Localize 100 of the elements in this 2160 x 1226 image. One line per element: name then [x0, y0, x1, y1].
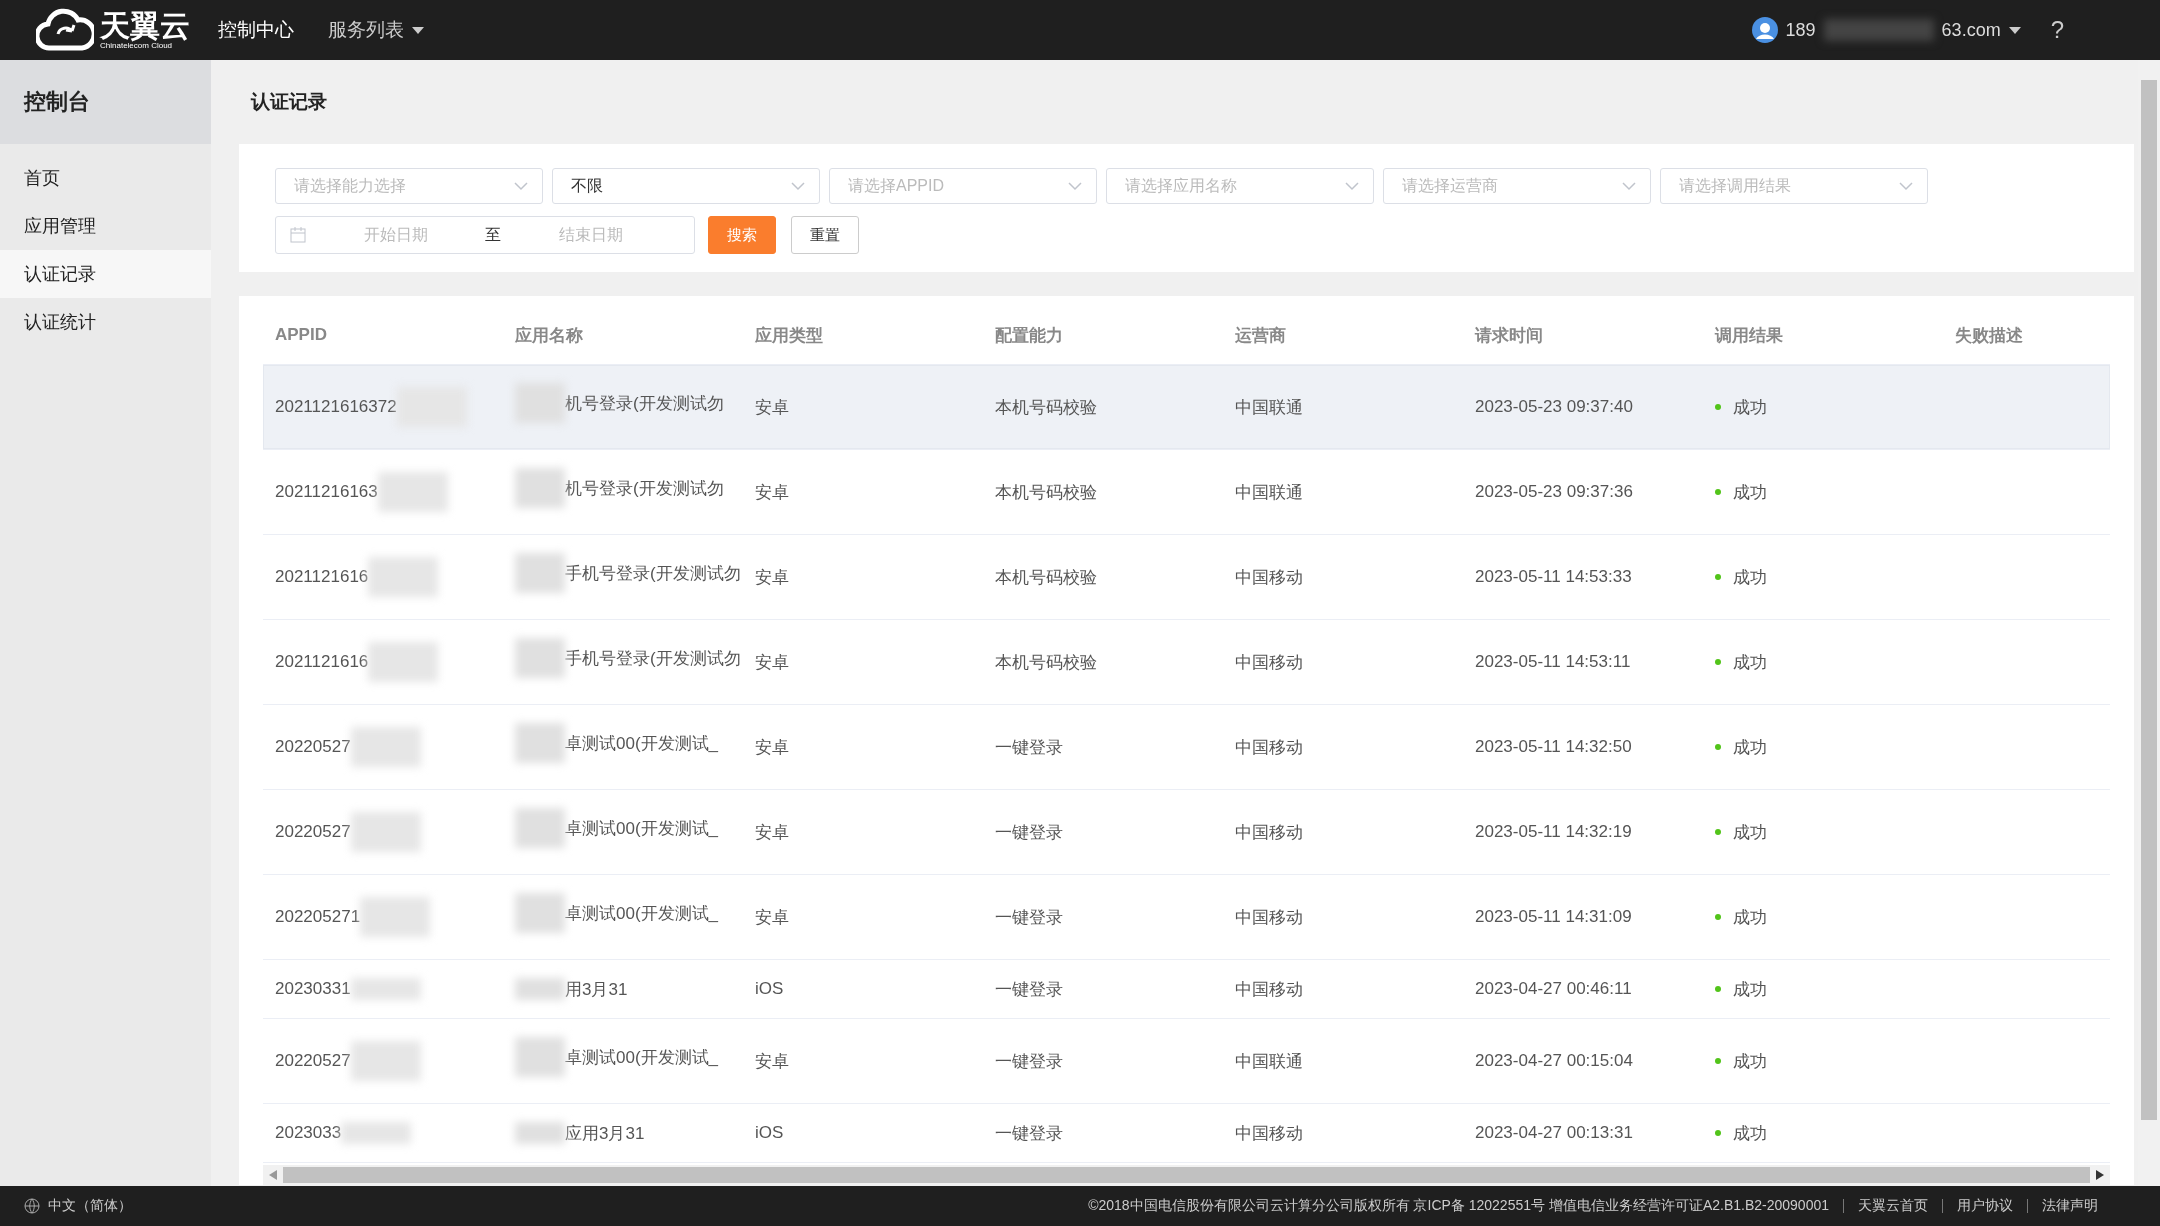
table-cell: 2023-05-11 14:53:11: [1475, 652, 1631, 672]
caret-icon[interactable]: [2008, 26, 2021, 34]
table-cell-text: 成功: [1733, 481, 1767, 504]
footer-link[interactable]: 法律声明: [2042, 1197, 2098, 1215]
chevron-down-icon: [1068, 181, 1082, 191]
table-cell-text: 本机号码校验: [995, 651, 1097, 674]
status-dot: [1715, 986, 1721, 992]
table-cell: 2023033: [275, 1123, 342, 1143]
sidebar-item[interactable]: 首页: [0, 154, 211, 202]
scroll-right-icon[interactable]: [2096, 1170, 2104, 1180]
page-title: 认证记录: [249, 90, 328, 114]
table-cell: 20230331: [275, 979, 351, 999]
table-cell-text: 卓测试00(开发测试_: [565, 902, 719, 925]
table-row[interactable]: 2021121616372 机号登录(开发测试勿 安卓 本机号码校验 中国联通 2023-05-23 09:37:40 成功: [263, 365, 2110, 450]
column-header: 应用名称: [514, 324, 584, 347]
date-range-field[interactable]: 开始日期 至 结束日期: [275, 216, 695, 254]
table-cell-text: 中国联通: [1235, 396, 1303, 419]
nav-link[interactable]: 服务列表: [322, 17, 430, 43]
sidebar-item[interactable]: 认证统计: [0, 298, 211, 346]
table-cell-text: 一键登录: [995, 821, 1063, 844]
chevron-down-icon: [514, 181, 528, 191]
reset-button[interactable]: 重置: [791, 216, 859, 254]
language-selector[interactable]: 中文（简体）: [48, 1197, 132, 1215]
logo[interactable]: 天翼云 Chinatelecom Cloud: [36, 8, 190, 52]
logo-name: 天翼云: [100, 10, 190, 41]
table-cell-text: 中国联通: [1235, 1050, 1303, 1073]
column-header: 配置能力: [994, 324, 1064, 347]
table-cell-text: 安卓: [755, 566, 789, 589]
table-cell-text: 中国移动: [1235, 906, 1303, 929]
table-cell-text: 一键登录: [995, 906, 1063, 929]
help-button[interactable]: ?: [2044, 15, 2070, 45]
calendar-icon: [290, 227, 306, 243]
table-cell-text: 卓测试00(开发测试_: [565, 732, 719, 755]
column-header: 失败描述: [1954, 324, 2024, 347]
redacted-mark: [515, 808, 565, 848]
table-cell-text: 成功: [1733, 1122, 1767, 1145]
avatar-icon[interactable]: [1751, 17, 1778, 43]
table-cell-text: 成功: [1733, 978, 1767, 1001]
status-dot: [1715, 914, 1721, 920]
table-cell-text: 成功: [1733, 396, 1767, 419]
footer-link[interactable]: 天翼云首页: [1858, 1197, 1928, 1215]
redacted-mark: [515, 553, 565, 593]
chevron-down-icon: [1345, 181, 1359, 191]
select-field[interactable]: 不限: [552, 168, 820, 204]
caret-icon: [412, 26, 424, 34]
table-cell-text: 安卓: [755, 821, 789, 844]
table-cell-text: 中国联通: [1235, 481, 1303, 504]
table-cell: 2023-04-27 00:46:11: [1475, 979, 1632, 999]
horizontal-scrollbar[interactable]: [263, 1165, 2110, 1185]
table-cell-text: 成功: [1733, 651, 1767, 674]
table-cell-text: 成功: [1733, 906, 1767, 929]
table-cell-text: 用3月31: [565, 978, 628, 1001]
table-cell-text: 安卓: [755, 651, 789, 674]
table-cell-text: 中国移动: [1235, 736, 1303, 759]
table-cell: iOS: [755, 979, 784, 999]
table-cell-text: 本机号码校验: [995, 481, 1097, 504]
table-cell: 20220527: [275, 1051, 351, 1071]
table-cell: 2023-05-11 14:32:19: [1475, 822, 1632, 842]
redacted-mark: [515, 893, 565, 933]
account-email-start[interactable]: 189: [1785, 19, 1816, 41]
sidebar-title: 控制台: [0, 60, 211, 144]
table-cell-text: 中国移动: [1235, 1122, 1303, 1145]
status-dot: [1715, 1130, 1721, 1136]
table-cell-text: 机号登录(开发测试勿: [565, 392, 724, 415]
table-cell-text: 安卓: [755, 481, 789, 504]
copyright-text: ©2018中国电信股份有限公司云计算分公司版权所有 京ICP备 12022551号 增值电信业务经营许可证A2.B1.B2-20090001: [1088, 1197, 1829, 1215]
column-header: APPID: [274, 325, 328, 345]
status-dot: [1715, 829, 1721, 835]
nav-link[interactable]: 控制中心: [212, 17, 300, 43]
status-dot: [1715, 574, 1721, 580]
column-header: 请求时间: [1473, 324, 1544, 347]
account-email-end[interactable]: 63.com: [1941, 19, 2001, 41]
table-cell-text: 手机号登录(开发测试勿: [565, 562, 741, 585]
sidebar-item[interactable]: 应用管理: [0, 202, 211, 250]
table-cell: 2023-05-11 14:31:09: [1475, 907, 1632, 927]
cloud-icon: [36, 8, 94, 52]
table-cell-text: 机号登录(开发测试勿: [565, 477, 724, 500]
redacted-mark: [515, 638, 565, 678]
column-header: 调用结果: [1713, 324, 1784, 347]
table-cell: 2023-05-23 09:37:36: [1475, 482, 1633, 502]
table-cell-text: 手机号登录(开发测试勿: [565, 647, 741, 670]
footer-link[interactable]: 用户协议: [1957, 1197, 2013, 1215]
table-cell-text: 本机号码校验: [995, 396, 1097, 419]
table-cell-text: 成功: [1733, 736, 1767, 759]
globe-icon: [24, 1198, 40, 1214]
redacted-mark: [515, 468, 565, 508]
table-cell-text: 中国移动: [1235, 566, 1303, 589]
table-cell-text: 中国移动: [1235, 978, 1303, 1001]
table-cell: 2021121616: [275, 652, 369, 672]
sidebar-item[interactable]: 认证记录: [0, 250, 211, 298]
table-cell-text: 应用3月31: [565, 1122, 645, 1145]
table-cell-text: 安卓: [755, 736, 789, 759]
column-header: 应用类型: [754, 324, 824, 347]
table-cell-text: 一键登录: [995, 1122, 1063, 1145]
chevron-down-icon: [791, 181, 805, 191]
table-cell: iOS: [755, 1123, 784, 1143]
redacted-mark: [515, 978, 565, 1000]
table-cell: 2023-04-27 00:15:04: [1475, 1051, 1633, 1071]
table-cell: 20211216163: [275, 482, 378, 502]
redacted-mark: [515, 1037, 565, 1077]
